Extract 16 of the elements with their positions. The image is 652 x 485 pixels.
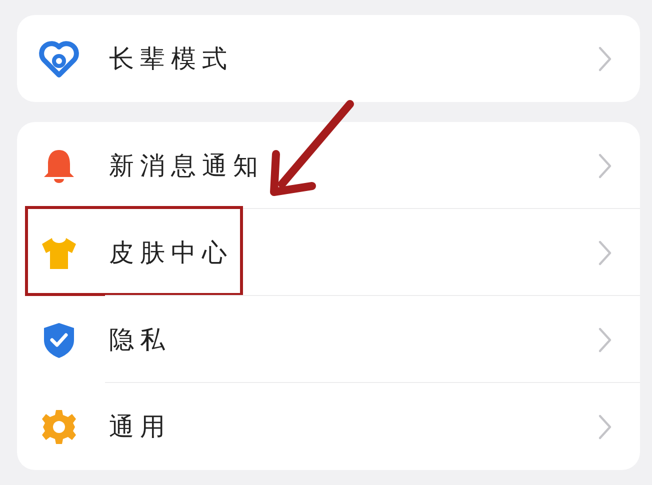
item-label: 通用 xyxy=(109,411,172,443)
chevron-right-icon xyxy=(598,414,612,440)
chevron-right-icon xyxy=(598,46,612,72)
settings-item[interactable]: 通用 xyxy=(17,383,640,470)
item-label: 新消息通知 xyxy=(109,150,265,182)
item-label: 隐私 xyxy=(109,324,172,356)
heart-icon xyxy=(39,38,79,78)
chevron-right-icon xyxy=(598,240,612,266)
settings-item[interactable]: 皮肤中心 xyxy=(17,209,640,296)
settings-item[interactable]: 新消息通知 xyxy=(17,122,640,209)
item-label: 长辈模式 xyxy=(109,43,234,75)
settings-item[interactable]: 长辈模式 xyxy=(17,15,640,102)
chevron-right-icon xyxy=(598,326,612,352)
chevron-right-icon xyxy=(598,152,612,178)
item-label: 皮肤中心 xyxy=(109,237,234,269)
settings-item[interactable]: 隐私 xyxy=(17,296,640,383)
